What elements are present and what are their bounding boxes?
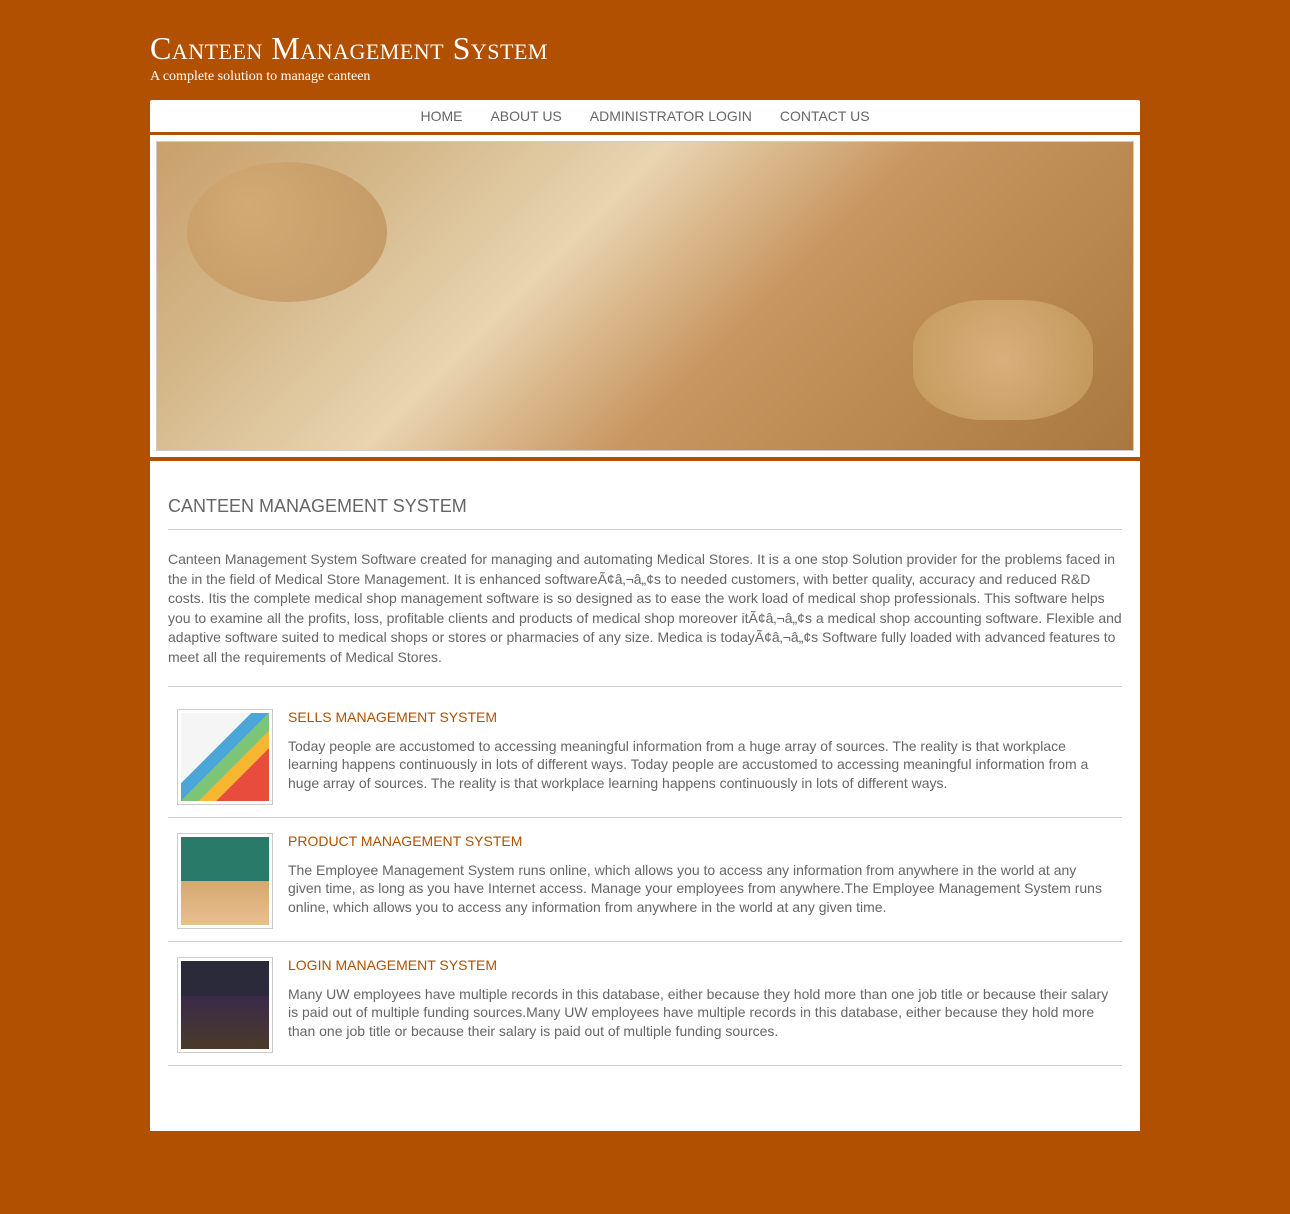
feature-product-title: PRODUCT MANAGEMENT SYSTEM — [288, 833, 1113, 849]
feature-sells-image — [177, 709, 273, 805]
main-nav: HOME ABOUT US ADMINISTRATOR LOGIN CONTAC… — [150, 100, 1140, 135]
hero-section — [150, 135, 1140, 461]
site-header: Canteen Management System A complete sol… — [150, 30, 1140, 85]
feature-login-title: LOGIN MANAGEMENT SYSTEM — [288, 957, 1113, 973]
site-title: Canteen Management System — [150, 30, 1140, 67]
main-content: CANTEEN MANAGEMENT SYSTEM Canteen Manage… — [150, 461, 1140, 1131]
feature-product-desc: The Employee Management System runs onli… — [288, 861, 1113, 918]
feature-login-desc: Many UW employees have multiple records … — [288, 985, 1113, 1042]
nav-admin-login[interactable]: ADMINISTRATOR LOGIN — [576, 108, 766, 124]
nav-home[interactable]: HOME — [406, 108, 476, 124]
feature-sells-title: SELLS MANAGEMENT SYSTEM — [288, 709, 1113, 725]
feature-sells-desc: Today people are accustomed to accessing… — [288, 737, 1113, 794]
feature-login-image — [177, 957, 273, 1053]
hero-food-image — [156, 141, 1134, 451]
feature-login: LOGIN MANAGEMENT SYSTEM Many UW employee… — [168, 947, 1122, 1066]
feature-product: PRODUCT MANAGEMENT SYSTEM The Employee M… — [168, 823, 1122, 942]
page-title: CANTEEN MANAGEMENT SYSTEM — [168, 496, 1122, 530]
nav-about-us[interactable]: ABOUT US — [476, 108, 575, 124]
site-tagline: A complete solution to manage canteen — [150, 69, 1140, 85]
feature-product-image — [177, 833, 273, 929]
feature-sells: SELLS MANAGEMENT SYSTEM Today people are… — [168, 699, 1122, 818]
intro-paragraph: Canteen Management System Software creat… — [168, 550, 1122, 687]
nav-contact-us[interactable]: CONTACT US — [766, 108, 884, 124]
